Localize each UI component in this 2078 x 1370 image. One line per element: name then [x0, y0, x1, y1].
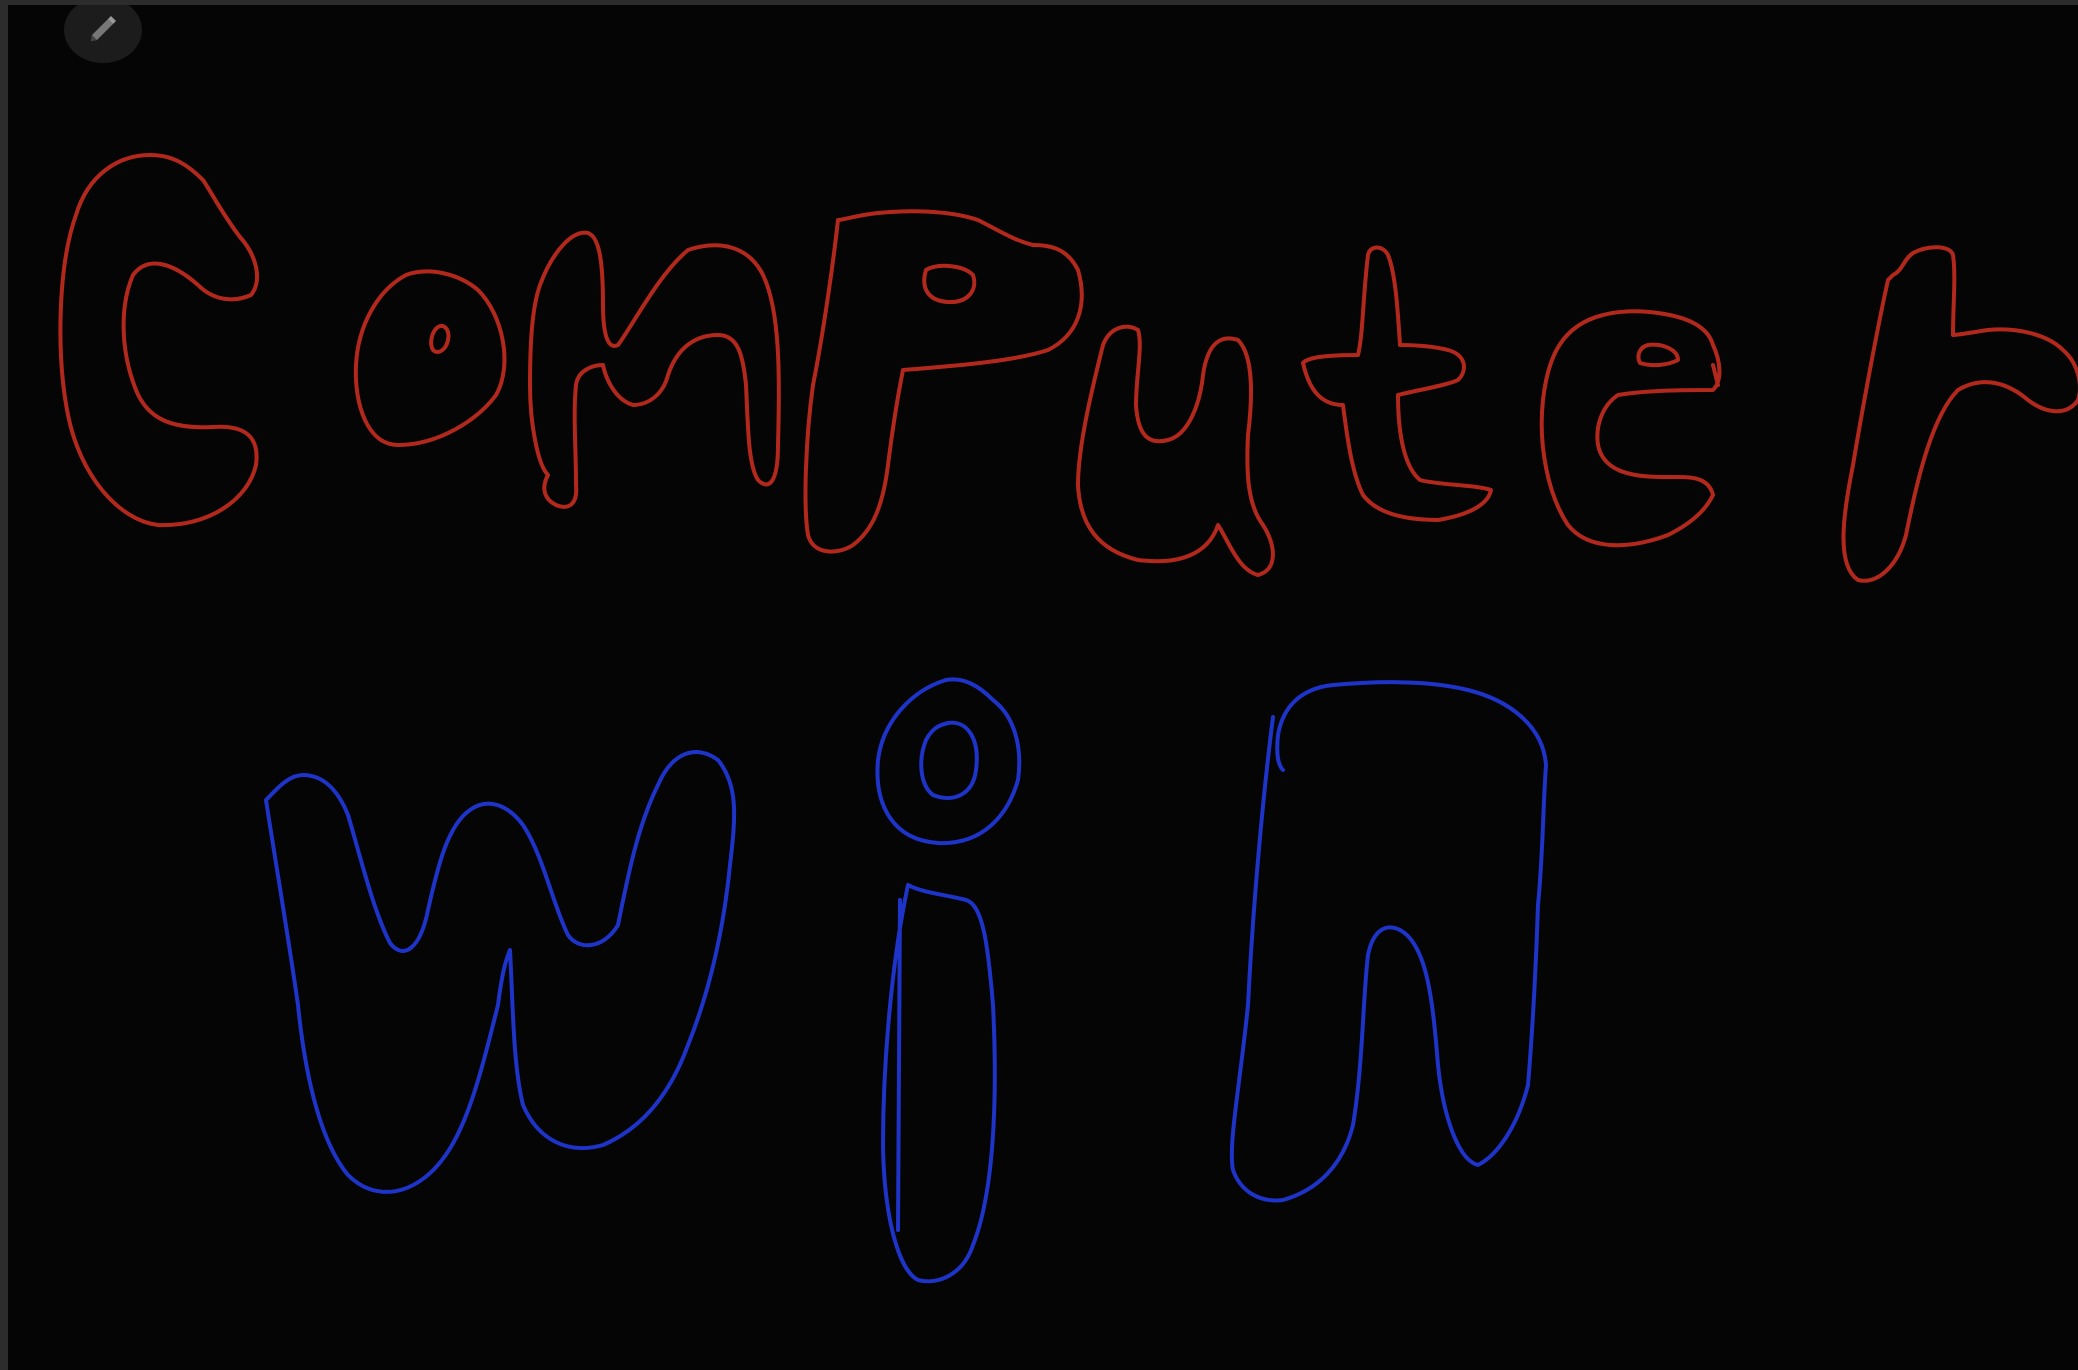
letter-u-stroke [1076, 324, 1275, 577]
letter-c-stroke [58, 153, 260, 528]
app-window: Computer win [0, 0, 2078, 1370]
letter-e-stroke [1539, 309, 1722, 548]
letter-t-stroke [1301, 245, 1493, 522]
letter-n-stroke [1229, 680, 1548, 1203]
letter-r-stroke [1841, 245, 2078, 583]
ink-strokes [58, 153, 2078, 1284]
letter-i-dot-stroke [875, 677, 1022, 846]
drawing-canvas[interactable]: Computer win [8, 5, 2078, 1370]
letter-p-stroke [803, 209, 1084, 554]
word-win-strokes [264, 677, 1548, 1284]
letter-i-stem-stroke [881, 883, 997, 1284]
letter-w-stroke [264, 750, 737, 1194]
word-computer-strokes [58, 153, 2078, 583]
letter-m-stroke [528, 230, 781, 509]
letter-o-stroke [353, 269, 507, 447]
